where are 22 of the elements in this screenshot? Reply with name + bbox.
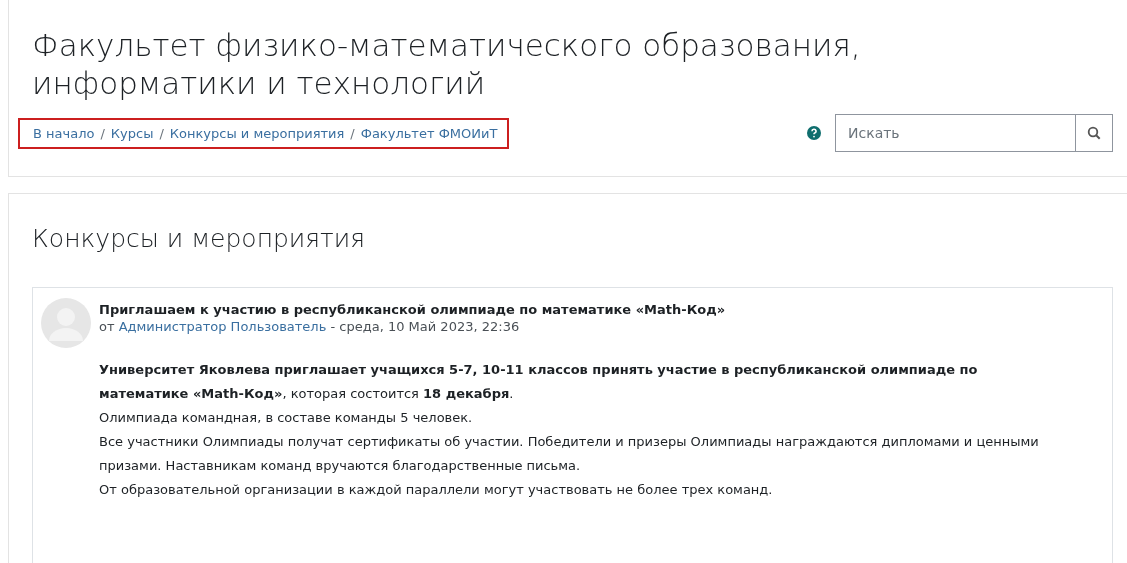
byline-prefix: от <box>99 319 115 334</box>
post-paragraph: Все участники Олимпиады получат сертификаты об участии. Победители и призеры Олимпиады награждаются дипломами и ценными призами. Наставникам команд вручаются благодарственные письма. <box>99 433 1039 475</box>
post-title: Приглашаем к участию в республиканской олимпиаде по математике «Math-Код» <box>99 302 727 317</box>
breadcrumb-link[interactable]: Факультет ФМОИиТ <box>360 125 498 141</box>
help-icon[interactable] <box>807 126 821 140</box>
search-icon <box>1087 126 1101 140</box>
breadcrumb-link[interactable]: Курсы <box>110 125 154 141</box>
post-paragraph: От образовательной организации в каждой параллели могут участвовать не более трех команд. <box>99 481 774 499</box>
author-link[interactable]: Администратор Пользователь <box>118 319 327 334</box>
page-title: Факультет физико-математического образования, информатики и технологий <box>32 26 862 102</box>
breadcrumb-separator: / <box>100 125 105 141</box>
post-date: - среда, 10 Май 2023, 22:36 <box>330 319 520 334</box>
search-field[interactable]: Искать <box>835 114 1075 152</box>
post-paragraph: Университет Яковлева приглашает учащихся 5-7, 10-11 классов принять участие в республиканской олимпиаде по математике «Math-Код», которая состоится 18 декабря. <box>99 361 979 403</box>
breadcrumb-separator: / <box>159 125 164 141</box>
search-button[interactable] <box>1075 114 1113 152</box>
avatar-icon <box>41 298 91 348</box>
section-heading: Конкурсы и мероприятия <box>32 224 367 253</box>
breadcrumb-separator: / <box>350 125 355 141</box>
breadcrumb-link[interactable]: Конкурсы и мероприятия <box>169 125 345 141</box>
post-paragraph: Олимпиада командная, в составе команды 5 человек. <box>99 409 474 427</box>
breadcrumb-link[interactable]: В начало <box>33 125 95 141</box>
